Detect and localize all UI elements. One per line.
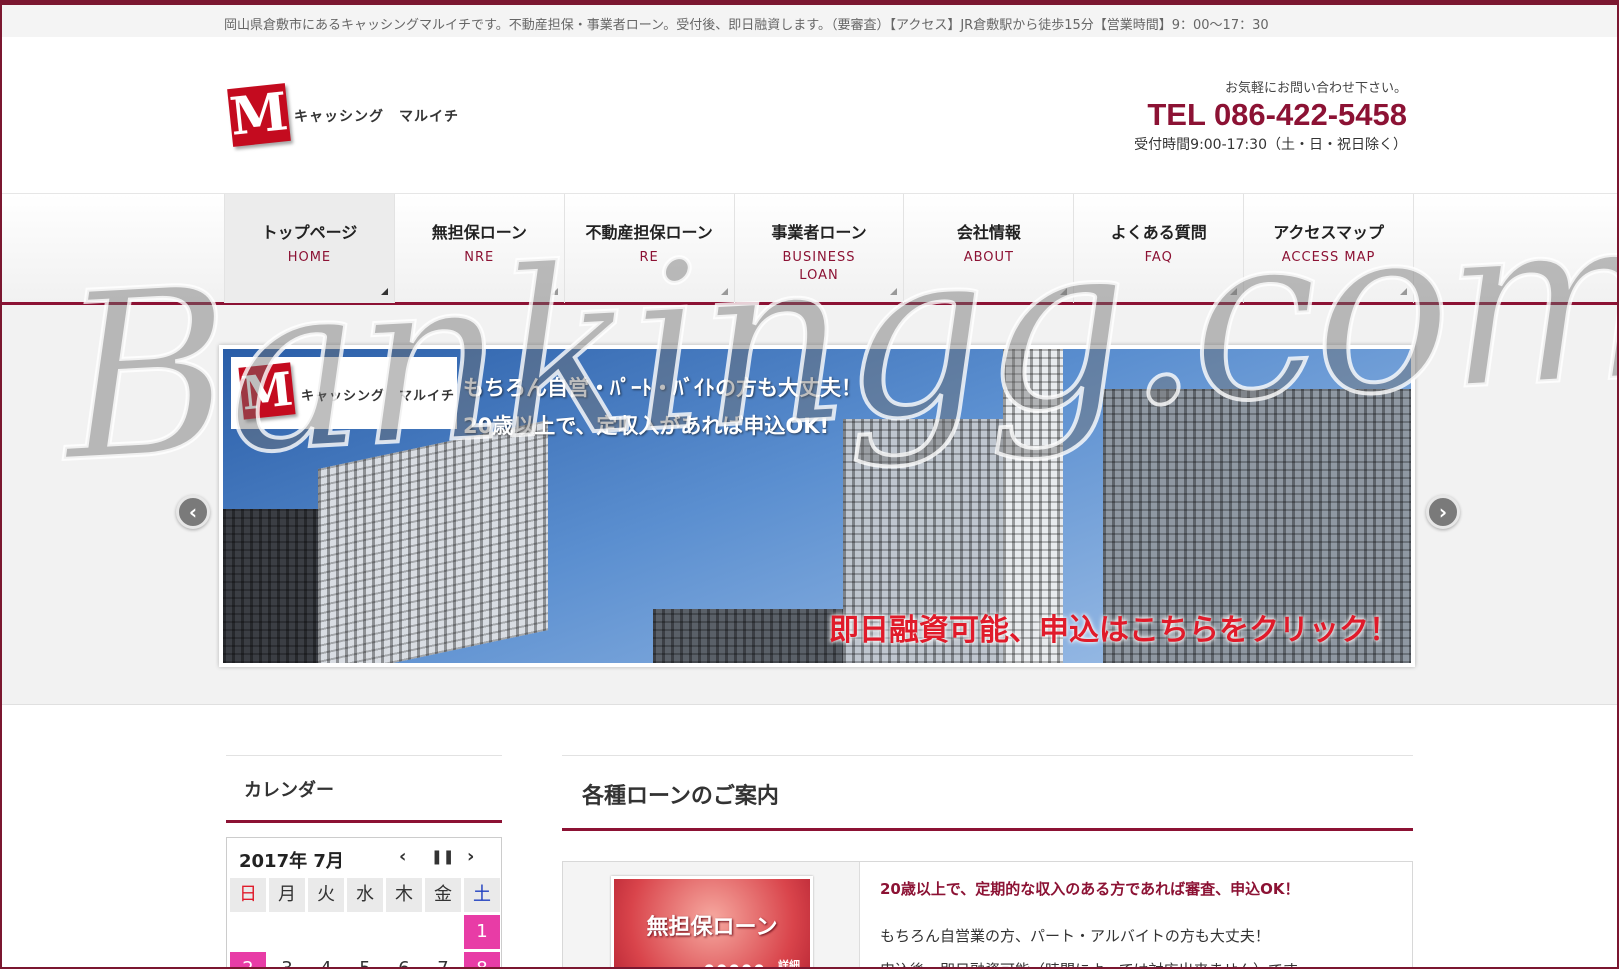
calendar-day[interactable]: 3 [269,952,305,967]
nav-label: トップページ [261,223,358,242]
chevron-left-icon[interactable]: ‹ [176,495,210,529]
nav-label: 無担保ローン [431,223,527,242]
building-shape [318,420,548,663]
nav-item-access-map[interactable]: アクセスマップ ACCESS MAP [1244,194,1415,303]
nav-label: よくある質問 [1110,223,1207,242]
weekday-header: 火 [308,878,344,912]
slide-image: M キャッシング マルイチ もちろん自営・ﾊﾟｰﾄ・ﾊﾞｲﾄの方も大丈夫！ 20… [223,349,1411,663]
slide-cta[interactable]: 即日融資可能、申込はこちらをクリック！ [829,605,1399,649]
weekday-header: 月 [269,878,305,912]
loan-banner-detail: 詳細 [778,959,800,969]
loan-line-1: もちろん自営業の方、パート・アルバイトの方も大丈夫！ [880,927,1270,945]
loan-lead: 20歳以上で、定期的な収入のある方であれば審査、申込OK！ [880,880,1300,898]
nav-item-nre[interactable]: 無担保ローン NRE [395,194,565,303]
top-info-bar: 岡山県倉敷市にあるキャッシングマルイチです。不動産担保・事業者ローン。受付後、即… [2,5,1617,37]
calendar-day-holiday[interactable]: 8 [464,952,500,967]
slide-line-1: もちろん自営・ﾊﾟｰﾄ・ﾊﾞｲﾄの方も大丈夫！ [463,376,862,400]
nav-item-faq[interactable]: よくある質問 FAQ [1074,194,1245,303]
dots-icon: ●●●●● [704,961,767,969]
nav-sublabel: HOME [287,250,332,265]
corner-triangle-icon [1230,288,1238,295]
loan-description: 20歳以上で、定期的な収入のある方であれば審査、申込OK！ もちろん自営業の方、… [860,862,1412,967]
nav-sublabel: NRE [464,250,495,265]
nav-sublabel: RE [639,250,659,265]
contact-block: お気軽にお問い合わせ下さい。 TEL 086-422-5458 受付時間9:00… [1134,77,1407,154]
nav-label: 会社情報 [956,223,1021,242]
logo-mark: M [227,81,291,148]
chevron-right-icon[interactable]: › [467,846,474,867]
pause-icon[interactable]: ❚❚ [431,849,454,865]
nav-sublabel: ABOUT [963,250,1014,265]
loan-card: 無担保ローン ●●●●● 詳細 20歳以上で、定期的な収入のある方であれば審査、… [562,861,1413,969]
page-frame: 岡山県倉敷市にあるキャッシングマルイチです。不動産担保・事業者ローン。受付後、即… [0,0,1619,969]
nav-sublabel: BUSINESS LOAN [782,250,856,283]
nav-item-about[interactable]: 会社情報 ABOUT [904,194,1075,303]
corner-triangle-icon [890,288,898,295]
hero-slide[interactable]: M キャッシング マルイチ もちろん自営・ﾊﾟｰﾄ・ﾊﾞｲﾄの方も大丈夫！ 20… [219,345,1415,667]
nav-item-business-loan[interactable]: 事業者ローン BUSINESS LOAN [735,194,905,303]
weekday-header: 水 [347,878,383,912]
calendar-day [269,915,305,949]
section-title: 各種ローンのご案内 [562,755,1413,831]
weekday-header: 日 [230,878,266,912]
nav-label: 不動産担保ローン [585,223,713,242]
calendar-widget: 2017年 7月 ‹ ❚❚ › 日 月 火 水 木 金 土 1 2 3 4 5 … [226,837,502,967]
calendar-grid: 日 月 火 水 木 金 土 1 2 3 4 5 6 7 8 [227,878,501,967]
calendar-day[interactable]: 7 [425,952,461,967]
calendar-day-holiday[interactable]: 2 [230,952,266,967]
calendar-day[interactable]: 5 [347,952,383,967]
corner-triangle-icon [550,288,558,295]
corner-triangle-icon [1060,288,1068,295]
business-hours: 受付時間9:00-17:30（土・日・祝日除く） [1134,137,1407,153]
top-info-text: 岡山県倉敷市にあるキャッシングマルイチです。不動産担保・事業者ローン。受付後、即… [224,18,1269,33]
weekday-header: 木 [386,878,422,912]
building-shape [653,609,843,663]
nav-label: アクセスマップ [1273,223,1384,242]
calendar-header: 2017年 7月 ‹ ❚❚ › [227,838,501,878]
main-nav: トップページ HOME 無担保ローン NRE 不動産担保ローン RE 事業者ロー… [2,193,1617,305]
calendar-day [308,915,344,949]
corner-triangle-icon [1400,288,1408,295]
loan-banner-title: 無担保ローン [646,915,778,940]
nav-sublabel: FAQ [1144,250,1173,265]
sidebar-title: カレンダー [226,755,502,823]
chevron-right-icon[interactable]: › [1426,495,1460,529]
sidebar: カレンダー 2017年 7月 ‹ ❚❚ › 日 月 火 水 木 金 土 1 2 … [226,755,502,967]
loan-text: もちろん自営業の方、パート・アルバイトの方も大丈夫！ 申込後、即日融資可能（時間… [880,919,1412,967]
corner-triangle-icon [380,288,388,295]
calendar-day [425,915,461,949]
chevron-left-icon[interactable]: ‹ [399,846,406,867]
logo-text: キャッシング マルイチ [301,389,456,404]
logo-text: キャッシング マルイチ [294,109,459,125]
slide-line-2: 20歳以上で、定収入があれば申込OK! [463,414,830,438]
loan-image-cell: 無担保ローン ●●●●● 詳細 [563,862,860,969]
nav-label: 事業者ローン [771,223,867,242]
calendar-day [230,915,266,949]
nav-item-home[interactable]: トップページ HOME [224,194,395,303]
weekday-header: 金 [425,878,461,912]
calendar-day-holiday[interactable]: 1 [464,915,500,949]
nav-sublabel: ACCESS MAP [1281,250,1376,265]
calendar-day [386,915,422,949]
nav-item-re[interactable]: 不動産担保ローン RE [565,194,735,303]
slide-logo: M キャッシング マルイチ [231,357,457,429]
calendar-month: 2017年 7月 [239,851,344,872]
loan-banner[interactable]: 無担保ローン ●●●●● 詳細 [611,876,813,969]
logo-mark: M [238,361,296,421]
loan-line-2: 申込後、即日融資可能（時間によっては対応出来ません）です。 [880,953,1412,967]
contact-note: お気軽にお問い合わせ下さい。 [1224,81,1407,96]
phone-number[interactable]: TEL 086-422-5458 [1134,96,1407,134]
slide-copy: もちろん自営・ﾊﾟｰﾄ・ﾊﾞｲﾄの方も大丈夫！ 20歳以上で、定収入があれば申込… [463,369,862,445]
site-logo[interactable]: M キャッシング マルイチ [227,81,470,150]
main-content: 各種ローンのご案内 無担保ローン ●●●●● 詳細 20歳以上で、定期的な収入の… [562,755,1413,969]
building-shape [223,509,318,663]
weekday-header: 土 [464,878,500,912]
calendar-day[interactable]: 4 [308,952,344,967]
calendar-day[interactable]: 6 [386,952,422,967]
calendar-day [347,915,383,949]
corner-triangle-icon [720,288,728,295]
